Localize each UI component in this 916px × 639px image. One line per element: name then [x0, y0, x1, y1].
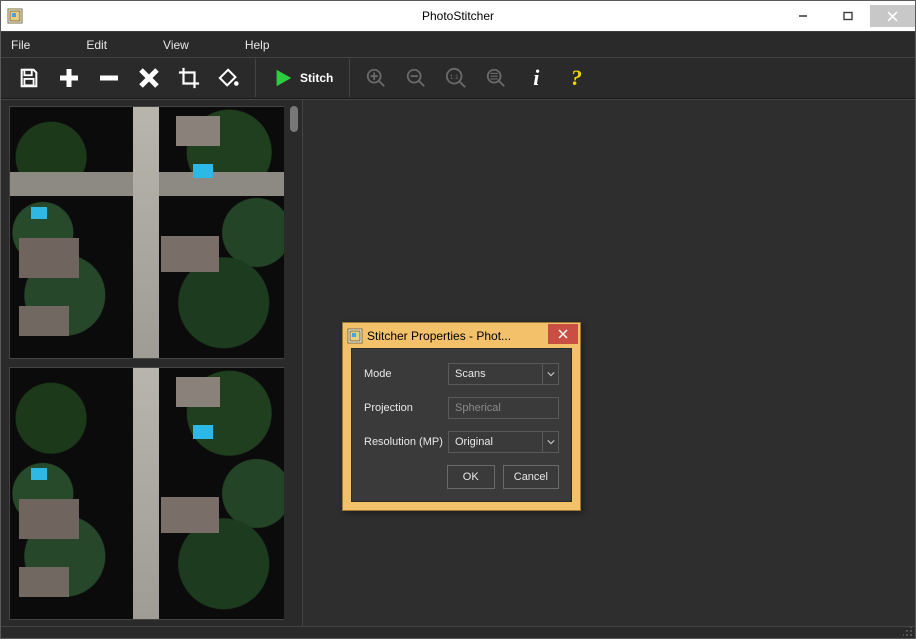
resolution-label: Resolution (MP) [364, 436, 448, 448]
crop-icon [178, 67, 200, 89]
thumbnail-item[interactable] [9, 367, 284, 620]
scrollbar-handle[interactable] [290, 106, 298, 132]
toolbar-separator [255, 59, 256, 97]
cancel-button[interactable]: Cancel [503, 465, 559, 489]
save-button[interactable] [9, 58, 49, 98]
zoom-in-button[interactable] [356, 58, 396, 98]
thumbnail-list [9, 106, 284, 620]
save-icon [18, 67, 40, 89]
crop-button[interactable] [169, 58, 209, 98]
thumbnail-sidebar [1, 100, 303, 626]
projection-select: Spherical [448, 397, 559, 419]
clear-button[interactable] [129, 58, 169, 98]
app-icon [7, 8, 23, 24]
info-icon: i [533, 65, 539, 91]
zoom-fit-button[interactable] [476, 58, 516, 98]
resize-grip-icon[interactable] [903, 627, 913, 637]
zoom-actual-button[interactable]: 1:1 [436, 58, 476, 98]
dialog-titlebar[interactable]: Stitcher Properties - Phot... [343, 323, 580, 348]
maximize-button[interactable] [825, 5, 870, 27]
play-icon [272, 67, 294, 89]
add-button[interactable] [49, 58, 89, 98]
stitch-label: Stitch [300, 71, 333, 85]
x-icon [137, 66, 161, 90]
help-icon: ? [571, 65, 582, 91]
zoom-fit-icon [485, 67, 507, 89]
statusbar [1, 626, 915, 638]
chevron-down-icon [542, 364, 558, 384]
info-button[interactable]: i [516, 58, 556, 98]
toolbar-separator [349, 59, 350, 97]
dialog-actions: OK Cancel [364, 465, 559, 489]
zoom-out-button[interactable] [396, 58, 436, 98]
resolution-value: Original [455, 436, 493, 448]
dialog-close-button[interactable] [548, 324, 578, 344]
titlebar: PhotoStitcher [1, 1, 915, 31]
app-window: PhotoStitcher File Edit View Help [0, 0, 916, 639]
body: Stitcher Properties - Phot... Mode Scans [1, 99, 915, 626]
menu-view[interactable]: View [155, 33, 197, 57]
svg-text:1:1: 1:1 [450, 74, 459, 81]
mode-select[interactable]: Scans [448, 363, 559, 385]
zoom-out-icon [405, 67, 427, 89]
close-icon [558, 329, 568, 339]
menu-file[interactable]: File [3, 33, 38, 57]
ok-button[interactable]: OK [447, 465, 495, 489]
dialog-app-icon [347, 328, 363, 344]
dialog-body: Mode Scans Projection Spherical Res [351, 348, 572, 502]
fill-button[interactable] [209, 58, 249, 98]
minimize-button[interactable] [780, 5, 825, 27]
bucket-icon [218, 67, 240, 89]
app-title: PhotoStitcher [422, 9, 494, 23]
mode-label: Mode [364, 368, 448, 380]
sidebar-scrollbar[interactable] [288, 106, 300, 620]
close-button[interactable] [870, 5, 915, 27]
projection-label: Projection [364, 402, 448, 414]
stitch-button[interactable]: Stitch [262, 58, 343, 98]
help-button[interactable]: ? [556, 58, 596, 98]
menu-edit[interactable]: Edit [78, 33, 115, 57]
projection-value: Spherical [455, 402, 501, 414]
resolution-select[interactable]: Original [448, 431, 559, 453]
chevron-down-icon [542, 432, 558, 452]
window-controls [780, 5, 915, 27]
remove-button[interactable] [89, 58, 129, 98]
thumbnail-item[interactable] [9, 106, 284, 359]
menubar: File Edit View Help [1, 31, 915, 57]
dialog-title: Stitcher Properties - Phot... [367, 329, 548, 343]
toolbar: Stitch 1:1 [1, 57, 915, 99]
zoom-in-icon [365, 67, 387, 89]
mode-value: Scans [455, 368, 486, 380]
properties-dialog: Stitcher Properties - Phot... Mode Scans [342, 322, 581, 511]
plus-icon [57, 66, 81, 90]
menu-help[interactable]: Help [237, 33, 278, 57]
minus-icon [97, 66, 121, 90]
zoom-1to1-icon: 1:1 [444, 67, 468, 89]
